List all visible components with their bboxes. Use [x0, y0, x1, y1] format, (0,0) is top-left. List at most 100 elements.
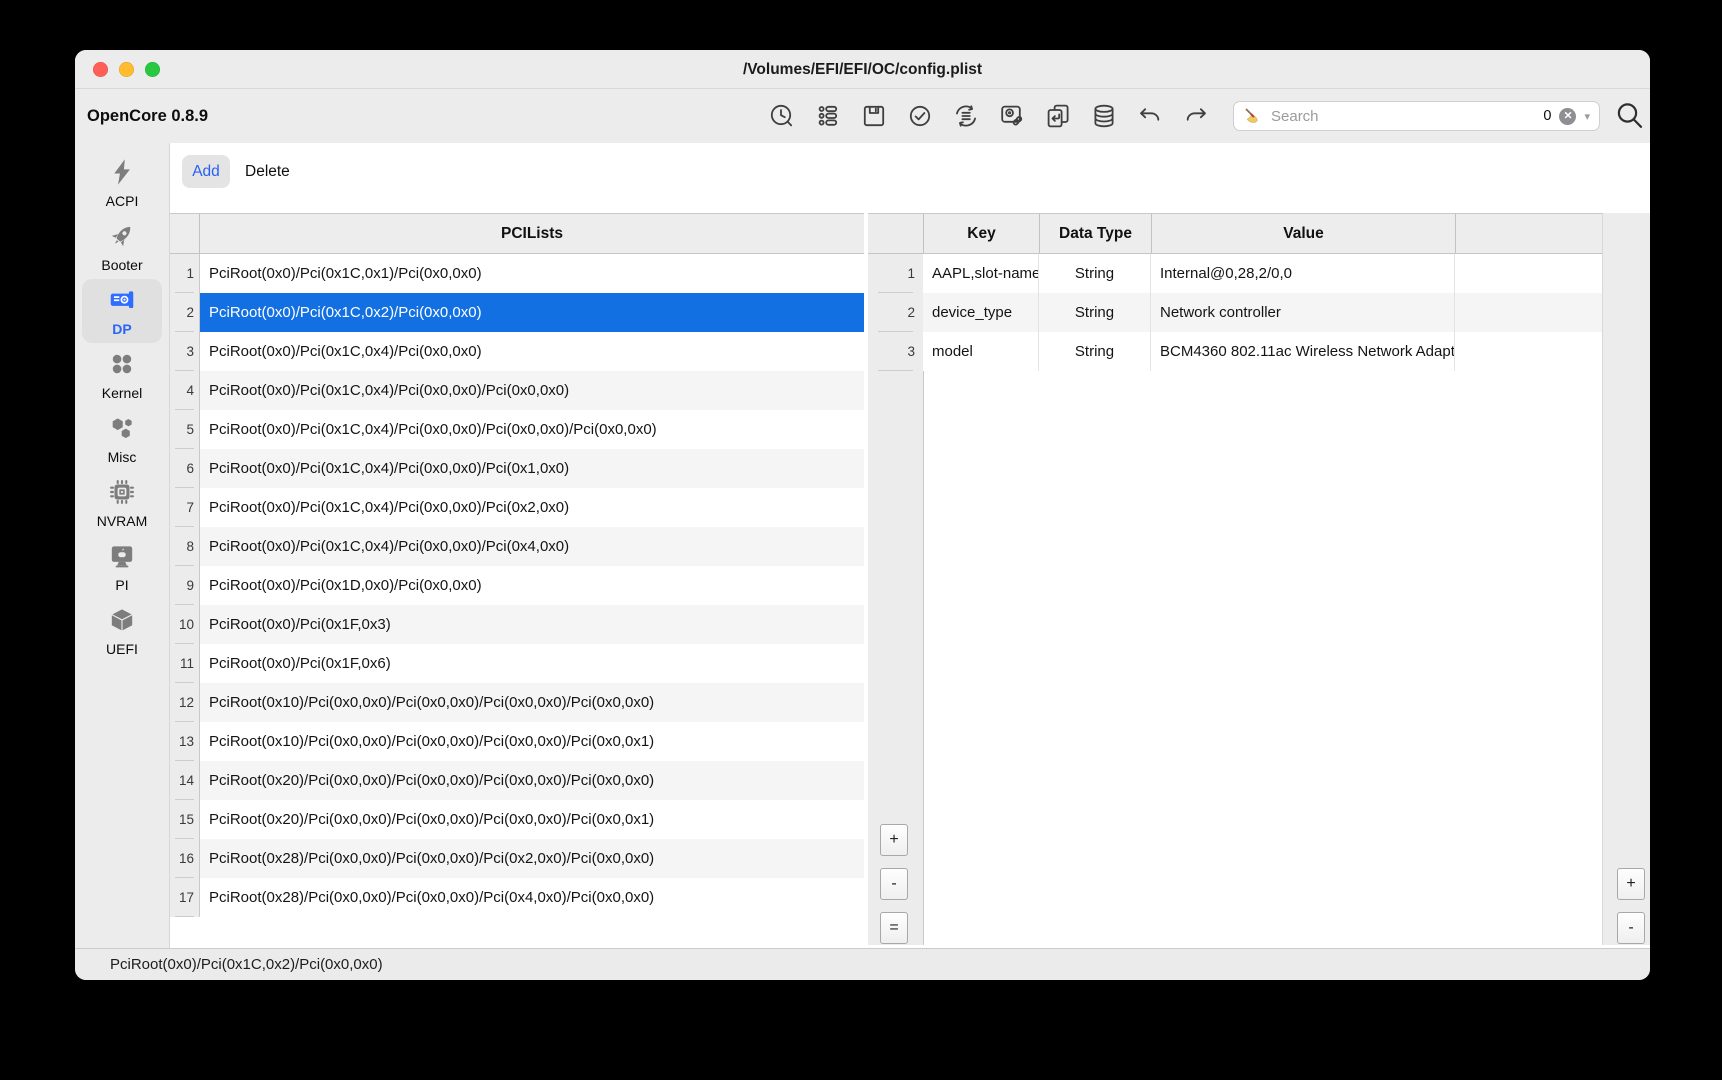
value-cell[interactable]: BCM4360 802.11ac Wireless Network Adapte… — [1151, 332, 1455, 371]
row-number: 12 — [170, 683, 200, 722]
search-dropdown-icon[interactable]: ▾ — [1584, 110, 1590, 123]
checklist-icon[interactable] — [813, 101, 843, 131]
pci-list-row[interactable]: 14 PciRoot(0x20)/Pci(0x0,0x0)/Pci(0x0,0x0… — [170, 761, 864, 800]
pci-sort-row-button[interactable]: = — [880, 912, 908, 944]
add-button[interactable]: Add — [182, 155, 230, 188]
row-number: 8 — [170, 527, 200, 566]
pci-add-row-button[interactable]: + — [880, 824, 908, 856]
property-add-row-button[interactable]: + — [1617, 868, 1645, 900]
search-box[interactable]: 0 ✕ ▾ — [1233, 101, 1600, 131]
row-number: 1 — [868, 254, 923, 293]
sidebar: ACPI Booter DP Kernel Misc NVRAM PI UEFI — [75, 143, 170, 948]
pci-path-cell[interactable]: PciRoot(0x0)/Pci(0x1D,0x0)/Pci(0x0,0x0) — [200, 566, 864, 605]
sidebar-item-uefi[interactable]: UEFI — [82, 599, 162, 663]
pci-list-row[interactable]: 17 PciRoot(0x28)/Pci(0x0,0x0)/Pci(0x0,0x0… — [170, 878, 864, 917]
key-cell[interactable]: model — [923, 332, 1039, 371]
property-remove-row-button[interactable]: - — [1617, 912, 1645, 944]
search-input[interactable] — [1269, 106, 1536, 126]
clover-icon — [107, 349, 137, 384]
sidebar-item-kernel[interactable]: Kernel — [82, 343, 162, 407]
row-number: 17 — [170, 878, 200, 917]
pci-path-cell[interactable]: PciRoot(0x0)/Pci(0x1C,0x4)/Pci(0x0,0x0)/… — [200, 488, 864, 527]
save-icon[interactable] — [859, 101, 889, 131]
pci-path-cell[interactable]: PciRoot(0x28)/Pci(0x0,0x0)/Pci(0x0,0x0)/… — [200, 878, 864, 917]
pci-list-row[interactable]: 5 PciRoot(0x0)/Pci(0x1C,0x4)/Pci(0x0,0x0)… — [170, 410, 864, 449]
undo-icon[interactable] — [1135, 101, 1165, 131]
pci-path-cell[interactable]: PciRoot(0x10)/Pci(0x0,0x0)/Pci(0x0,0x0)/… — [200, 722, 864, 761]
property-row[interactable]: 2 device_type String Network controller — [868, 293, 1602, 332]
gpu-icon — [107, 285, 137, 320]
key-cell[interactable]: device_type — [923, 293, 1039, 332]
delete-button[interactable]: Delete — [245, 155, 290, 188]
key-column-header: Key — [923, 214, 1039, 253]
row-number: 15 — [170, 800, 200, 839]
pci-path-cell[interactable]: PciRoot(0x0)/Pci(0x1C,0x4)/Pci(0x0,0x0)/… — [200, 527, 864, 566]
disk-link-icon[interactable] — [997, 101, 1027, 131]
data-type-cell[interactable]: String — [1039, 332, 1151, 371]
pci-list-row[interactable]: 13 PciRoot(0x10)/Pci(0x0,0x0)/Pci(0x0,0x0… — [170, 722, 864, 761]
pci-list-row[interactable]: 9 PciRoot(0x0)/Pci(0x1D,0x0)/Pci(0x0,0x0) — [170, 566, 864, 605]
clear-search-icon[interactable]: ✕ — [1559, 107, 1577, 125]
pci-list-row[interactable]: 10 PciRoot(0x0)/Pci(0x1F,0x3) — [170, 605, 864, 644]
pci-list-row[interactable]: 8 PciRoot(0x0)/Pci(0x1C,0x4)/Pci(0x0,0x0)… — [170, 527, 864, 566]
history-icon[interactable] — [767, 101, 797, 131]
pci-lists-rows: 1 PciRoot(0x0)/Pci(0x1C,0x1)/Pci(0x0,0x0)… — [170, 254, 864, 917]
sidebar-item-dp[interactable]: DP — [82, 279, 162, 343]
row-number: 16 — [170, 839, 200, 878]
pci-path-cell[interactable]: PciRoot(0x20)/Pci(0x0,0x0)/Pci(0x0,0x0)/… — [200, 761, 864, 800]
pci-remove-row-button[interactable]: - — [880, 868, 908, 900]
toolbar: OpenCore 0.8.9 Search 0 ✕ ▾ — [75, 89, 1650, 144]
validate-icon[interactable] — [905, 101, 935, 131]
lightning-icon — [107, 157, 137, 192]
pci-list-row[interactable]: 6 PciRoot(0x0)/Pci(0x1C,0x4)/Pci(0x0,0x0)… — [170, 449, 864, 488]
data-type-cell[interactable]: String — [1039, 293, 1151, 332]
sidebar-item-nvram[interactable]: NVRAM — [82, 471, 162, 535]
value-cell[interactable]: Internal@0,28,2/0,0 — [1151, 254, 1455, 293]
pci-list-row[interactable]: 4 PciRoot(0x0)/Pci(0x1C,0x4)/Pci(0x0,0x0)… — [170, 371, 864, 410]
snapshot-icon[interactable] — [951, 101, 981, 131]
pci-path-cell[interactable]: PciRoot(0x0)/Pci(0x1C,0x4)/Pci(0x0,0x0)/… — [200, 410, 864, 449]
pci-path-cell[interactable]: PciRoot(0x20)/Pci(0x0,0x0)/Pci(0x0,0x0)/… — [200, 800, 864, 839]
pci-list-row[interactable]: 3 PciRoot(0x0)/Pci(0x1C,0x4)/Pci(0x0,0x0) — [170, 332, 864, 371]
chip-icon — [107, 477, 137, 512]
sidebar-item-pi[interactable]: PI — [82, 535, 162, 599]
pci-list-row[interactable]: 16 PciRoot(0x28)/Pci(0x0,0x0)/Pci(0x0,0x0… — [170, 839, 864, 878]
pci-lists-title: PCILists — [200, 214, 864, 253]
pci-list-row[interactable]: 2 PciRoot(0x0)/Pci(0x1C,0x2)/Pci(0x0,0x0) — [170, 293, 864, 332]
sidebar-item-misc[interactable]: Misc — [82, 407, 162, 471]
search-icon[interactable] — [1614, 100, 1646, 132]
value-cell[interactable]: Network controller — [1151, 293, 1455, 332]
row-number: 7 — [170, 488, 200, 527]
pci-path-cell[interactable]: PciRoot(0x0)/Pci(0x1C,0x4)/Pci(0x0,0x0)/… — [200, 449, 864, 488]
pci-list-row[interactable]: 11 PciRoot(0x0)/Pci(0x1F,0x6) — [170, 644, 864, 683]
database-icon[interactable] — [1089, 101, 1119, 131]
pci-path-cell[interactable]: PciRoot(0x0)/Pci(0x1C,0x4)/Pci(0x0,0x0)/… — [200, 371, 864, 410]
pci-path-cell[interactable]: PciRoot(0x28)/Pci(0x0,0x0)/Pci(0x0,0x0)/… — [200, 839, 864, 878]
pci-path-cell[interactable]: PciRoot(0x0)/Pci(0x1C,0x4)/Pci(0x0,0x0) — [200, 332, 864, 371]
sidebar-item-acpi[interactable]: ACPI — [82, 151, 162, 215]
property-row[interactable]: 1 AAPL,slot-name String Internal@0,28,2/0,0 — [868, 254, 1602, 293]
hexagons-icon — [107, 413, 137, 448]
row-number: 2 — [170, 293, 200, 332]
key-cell[interactable]: AAPL,slot-name — [923, 254, 1039, 293]
pci-path-cell[interactable]: PciRoot(0x10)/Pci(0x0,0x0)/Pci(0x0,0x0)/… — [200, 683, 864, 722]
filler-cell — [1455, 332, 1602, 371]
pci-list-row[interactable]: 1 PciRoot(0x0)/Pci(0x1C,0x1)/Pci(0x0,0x0) — [170, 254, 864, 293]
row-number-header — [868, 214, 923, 253]
redo-icon[interactable] — [1181, 101, 1211, 131]
pci-path-cell[interactable]: PciRoot(0x0)/Pci(0x1F,0x6) — [200, 644, 864, 683]
pci-list-row[interactable]: 7 PciRoot(0x0)/Pci(0x1C,0x4)/Pci(0x0,0x0)… — [170, 488, 864, 527]
app-version-label: OpenCore 0.8.9 — [87, 107, 209, 125]
pci-list-row[interactable]: 12 PciRoot(0x10)/Pci(0x0,0x0)/Pci(0x0,0x0… — [170, 683, 864, 722]
row-number: 14 — [170, 761, 200, 800]
sidebar-item-booter[interactable]: Booter — [82, 215, 162, 279]
import-icon[interactable] — [1043, 101, 1073, 131]
pci-path-cell[interactable]: PciRoot(0x0)/Pci(0x1F,0x3) — [200, 605, 864, 644]
row-number: 3 — [868, 332, 923, 371]
pci-list-row[interactable]: 15 PciRoot(0x20)/Pci(0x0,0x0)/Pci(0x0,0x0… — [170, 800, 864, 839]
property-row[interactable]: 3 model String BCM4360 802.11ac Wireless Ne… — [868, 332, 1602, 371]
pci-path-cell[interactable]: PciRoot(0x0)/Pci(0x1C,0x1)/Pci(0x0,0x0) — [200, 254, 864, 293]
row-number: 3 — [170, 332, 200, 371]
pci-path-cell[interactable]: PciRoot(0x0)/Pci(0x1C,0x2)/Pci(0x0,0x0) — [200, 293, 864, 332]
data-type-cell[interactable]: String — [1039, 254, 1151, 293]
